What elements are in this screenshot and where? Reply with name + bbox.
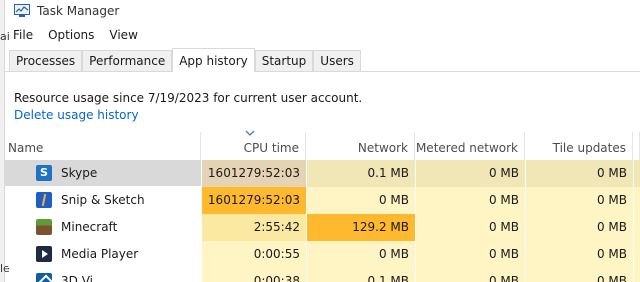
tab-performance[interactable]: Performance	[82, 50, 173, 71]
table-row[interactable]: Snip & Sketch 1601279:52:03 0 MB 0 MB 0 …	[5, 186, 640, 214]
overflow-cell	[633, 159, 640, 187]
column-header-name[interactable]: Name	[5, 132, 201, 160]
tile-updates-cell: 0 MB	[525, 240, 633, 268]
overflow-cell	[633, 186, 640, 214]
network-cell: 129.2 MB	[306, 213, 415, 241]
tile-updates-cell: 0 MB	[525, 213, 633, 241]
cpu-time-cell: 0:00:38	[201, 267, 306, 282]
table-row[interactable]: Media Player 0:00:55 0 MB 0 MB 0 MB	[5, 240, 640, 268]
title-bar: Task Manager	[5, 0, 640, 22]
table-row[interactable]: S Skype 1601279:52:03 0.1 MB 0 MB 0 MB	[5, 159, 640, 187]
menu-bar: File Options View	[5, 24, 640, 46]
menu-view[interactable]: View	[109, 28, 137, 42]
menu-options[interactable]: Options	[48, 28, 94, 42]
app-name: 3D Vi	[61, 274, 93, 282]
menu-file[interactable]: File	[13, 28, 33, 42]
network-cell: 0.1 MB	[306, 159, 415, 187]
app-history-table: Name CPU time Network Metered network Ti…	[5, 130, 640, 282]
app-name: Skype	[61, 166, 98, 180]
overflow-cell	[633, 213, 640, 241]
row-name-cell: Minecraft	[5, 214, 201, 241]
column-header-overflow	[633, 132, 640, 160]
network-cell: 0.1 MB	[306, 267, 415, 282]
tab-startup[interactable]: Startup	[254, 50, 314, 71]
media-player-icon	[36, 245, 52, 262]
overflow-cell	[633, 267, 640, 282]
cpu-time-cell: 1601279:52:03	[201, 186, 306, 214]
network-cell: 0 MB	[306, 186, 415, 214]
row-name-cell: Snip & Sketch	[5, 187, 201, 214]
skype-icon: S	[36, 164, 52, 181]
window-title: Task Manager	[37, 4, 120, 18]
metered-network-cell: 0 MB	[415, 159, 525, 187]
task-manager-icon	[14, 4, 30, 17]
tab-processes[interactable]: Processes	[9, 50, 83, 71]
metered-network-cell: 0 MB	[415, 267, 525, 282]
3d-viewer-icon	[36, 272, 52, 282]
column-header-metered-network[interactable]: Metered network	[415, 132, 525, 160]
cpu-time-cell: 0:00:55	[201, 240, 306, 268]
tab-app-history[interactable]: App history	[172, 48, 255, 72]
app-name: Minecraft	[61, 220, 118, 234]
cpu-time-cell: 2:55:42	[201, 213, 306, 241]
delete-usage-history-link[interactable]: Delete usage history	[14, 108, 139, 122]
minecraft-icon	[36, 218, 52, 235]
snip-and-sketch-icon	[36, 191, 52, 208]
metered-network-cell: 0 MB	[415, 240, 525, 268]
metered-network-cell: 0 MB	[415, 213, 525, 241]
table-header: Name CPU time Network Metered network Ti…	[5, 130, 640, 160]
tile-updates-cell: 0 MB	[525, 186, 633, 214]
overflow-cell	[633, 240, 640, 268]
tile-updates-cell: 0 MB	[525, 159, 633, 187]
app-name: Snip & Sketch	[61, 193, 145, 207]
metered-network-cell: 0 MB	[415, 186, 525, 214]
tab-users[interactable]: Users	[313, 50, 361, 71]
row-name-cell: Media Player	[5, 241, 201, 268]
chevron-down-icon	[245, 130, 255, 136]
column-header-network[interactable]: Network	[306, 132, 415, 160]
tile-updates-cell: 0 MB	[525, 267, 633, 282]
cpu-time-cell: 1601279:52:03	[201, 159, 306, 187]
app-name: Media Player	[61, 247, 139, 261]
tab-strip: Processes Performance App history Startu…	[5, 48, 640, 72]
row-name-cell: 3D Vi	[5, 268, 201, 282]
task-manager-window: ai le Task Manager File Options View Pro…	[0, 0, 640, 282]
table-row[interactable]: Minecraft 2:55:42 129.2 MB 0 MB 0 MB	[5, 213, 640, 241]
column-header-tile-updates[interactable]: Tile updates	[525, 132, 633, 160]
network-cell: 0 MB	[306, 240, 415, 268]
row-name-cell: S Skype	[5, 160, 201, 187]
resource-usage-text: Resource usage since 7/19/2023 for curre…	[14, 91, 363, 105]
table-row[interactable]: 3D Vi 0:00:38 0.1 MB 0 MB 0 MB	[5, 267, 640, 282]
